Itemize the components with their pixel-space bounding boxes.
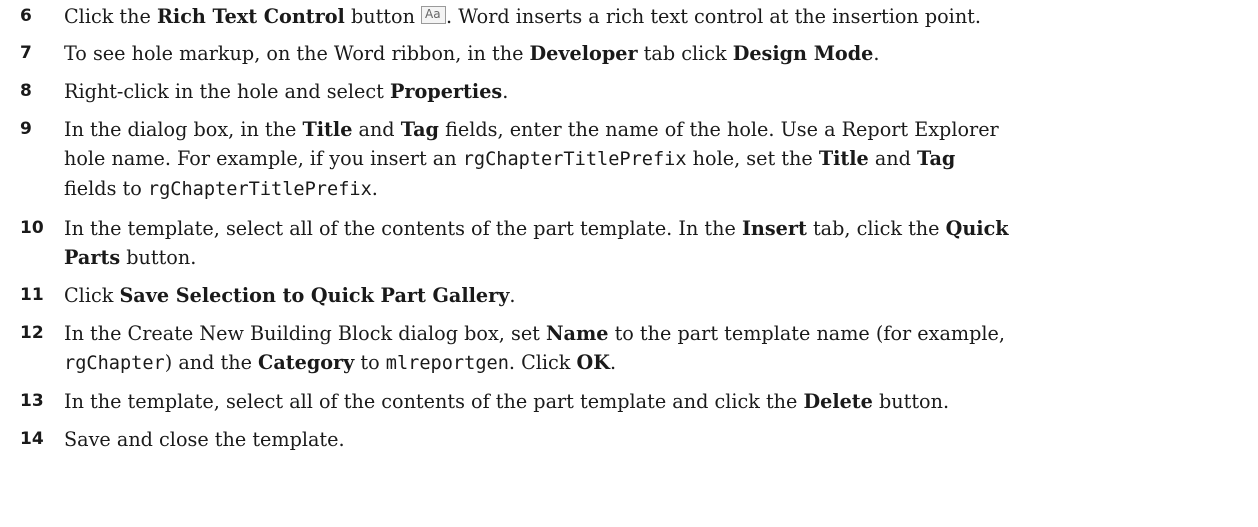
step-item: 13 In the template, select all of the co… bbox=[20, 387, 1252, 416]
text-run: hole name. For example, if you insert an bbox=[64, 147, 463, 170]
text-run: button bbox=[344, 5, 422, 28]
ui-term: Developer bbox=[529, 42, 638, 65]
text-run: button. bbox=[872, 390, 950, 413]
step-number: 8 bbox=[20, 81, 32, 101]
code-term: rgChapterTitlePrefix bbox=[147, 179, 372, 200]
step-number: 6 bbox=[20, 6, 32, 26]
text-run: and bbox=[868, 147, 918, 170]
step-item: 14 Save and close the template. bbox=[20, 425, 1252, 454]
text-run: tab click bbox=[637, 42, 733, 65]
step-number: 11 bbox=[20, 285, 44, 305]
step-number: 9 bbox=[20, 119, 32, 139]
step-text: To see hole markup, on the Word ribbon, … bbox=[64, 39, 1252, 68]
text-run: In the template, select all of the conte… bbox=[64, 217, 742, 240]
step-number: 14 bbox=[20, 429, 44, 449]
ui-term: Delete bbox=[803, 390, 873, 413]
text-run: Click the bbox=[64, 5, 157, 28]
step-number: 13 bbox=[20, 391, 44, 411]
text-run: In the dialog box, in the bbox=[64, 118, 303, 141]
code-term: mlreportgen bbox=[385, 353, 509, 374]
step-item: 7 To see hole markup, on the Word ribbon… bbox=[20, 39, 1252, 68]
text-run: fields, enter the name of the hole. Use … bbox=[438, 118, 999, 141]
text-run: In the Create New Building Block dialog … bbox=[64, 322, 546, 345]
step-text: Save and close the template. bbox=[64, 425, 1252, 454]
text-run: Save and close the template. bbox=[64, 428, 345, 451]
step-text: In the dialog box, in the Title and Tag … bbox=[64, 115, 1252, 204]
text-run: . Click bbox=[508, 351, 577, 374]
ui-term: Parts bbox=[64, 246, 121, 269]
text-run: . bbox=[502, 80, 509, 103]
text-run: to bbox=[354, 351, 386, 374]
rich-text-control-icon: Aa bbox=[421, 6, 447, 24]
step-number: 10 bbox=[20, 218, 44, 238]
step-text: Click Save Selection to Quick Part Galle… bbox=[64, 281, 1252, 310]
steps-list: 6 Click the Rich Text Control button Aa.… bbox=[20, 0, 1252, 454]
step-number: 12 bbox=[20, 323, 44, 343]
ui-term: Design Mode bbox=[732, 42, 874, 65]
text-run: . Word inserts a rich text control at th… bbox=[446, 5, 981, 28]
step-item: 12 In the Create New Building Block dial… bbox=[20, 319, 1252, 378]
code-term: rgChapter bbox=[64, 353, 165, 374]
text-run: button. bbox=[120, 246, 197, 269]
ui-term: Category bbox=[258, 351, 355, 374]
step-item: 10 In the template, select all of the co… bbox=[20, 214, 1252, 272]
ui-term: Insert bbox=[741, 217, 807, 240]
text-run: . bbox=[609, 351, 617, 374]
ui-term: OK bbox=[576, 351, 610, 374]
step-item: 8 Right-click in the hole and select Pro… bbox=[20, 77, 1252, 106]
text-run: tab, click the bbox=[806, 217, 946, 240]
ui-term: Save Selection to Quick Part Gallery bbox=[119, 284, 510, 307]
text-run: To see hole markup, on the Word ribbon, … bbox=[64, 42, 530, 65]
step-text: In the template, select all of the conte… bbox=[64, 214, 1252, 272]
text-run: . bbox=[371, 177, 378, 200]
step-text: Right-click in the hole and select Prope… bbox=[64, 77, 1252, 106]
text-run: . bbox=[873, 42, 880, 65]
text-run: . bbox=[509, 284, 516, 307]
text-run: to the part template name (for example, bbox=[608, 322, 1005, 345]
ui-term: Rich Text Control bbox=[156, 5, 345, 28]
ui-term: Properties bbox=[389, 80, 503, 103]
ui-term: Title bbox=[302, 118, 353, 141]
step-number: 7 bbox=[20, 43, 32, 63]
ui-term: Tag bbox=[400, 118, 439, 141]
step-text: In the Create New Building Block dialog … bbox=[64, 319, 1252, 378]
step-item: 11 Click Save Selection to Quick Part Ga… bbox=[20, 281, 1252, 310]
ui-term: Tag bbox=[917, 147, 956, 170]
text-run: fields to bbox=[64, 177, 148, 200]
text-run: hole, set the bbox=[686, 147, 819, 170]
text-run: Right-click in the hole and select bbox=[64, 80, 390, 103]
text-run: and bbox=[352, 118, 401, 141]
step-item: 6 Click the Rich Text Control button Aa.… bbox=[20, 2, 1252, 31]
step-text: In the template, select all of the conte… bbox=[64, 387, 1252, 416]
text-run: Click bbox=[64, 284, 120, 307]
code-term: rgChapterTitlePrefix bbox=[462, 149, 687, 170]
ui-term: Name bbox=[545, 322, 609, 345]
text-run: ) and the bbox=[164, 351, 259, 374]
ui-term: Quick bbox=[945, 217, 1009, 240]
step-text: Click the Rich Text Control button Aa . W… bbox=[64, 2, 1252, 31]
step-item: 9 In the dialog box, in the Title and Ta… bbox=[20, 115, 1252, 204]
text-run: In the template, select all of the conte… bbox=[64, 390, 804, 413]
icon-glyph: Aa bbox=[425, 7, 441, 21]
ui-term: Title bbox=[818, 147, 869, 170]
